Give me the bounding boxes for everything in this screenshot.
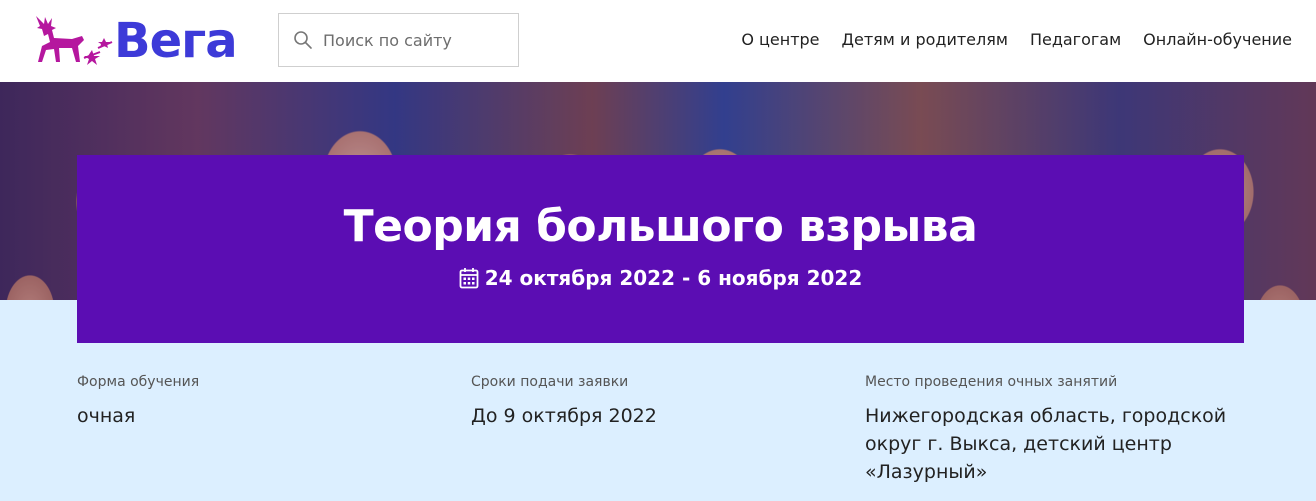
info-value: Нижегородская область, городской округ г… [865, 405, 1227, 483]
logo-text: Вега [114, 13, 238, 69]
info-label: Форма обучения [77, 374, 200, 390]
calendar-icon [459, 268, 479, 289]
nav-teachers[interactable]: Педагогам [1030, 28, 1121, 52]
info-application-deadline: Сроки подачи заявки До 9 октября 2022 [471, 372, 831, 430]
nav-about[interactable]: О центре [741, 28, 819, 52]
site-header: Вега О центре Детям и родителям Педагога… [0, 0, 1316, 82]
search-icon [294, 31, 312, 49]
main-nav: О центре Детям и родителям Педагогам Онл… [741, 28, 1292, 52]
info-venue: Место проведения очных занятий Нижегород… [865, 372, 1245, 486]
event-title: Теория большого взрыва [343, 201, 978, 252]
event-banner: Теория большого взрыва 24 октября 2022 -… [77, 155, 1244, 343]
info-study-form: Форма обучения очная [77, 372, 437, 430]
nav-online-learning[interactable]: Онлайн-обучение [1143, 28, 1292, 52]
info-label: Место проведения очных занятий [865, 374, 1118, 390]
info-value: До 9 октября 2022 [471, 405, 657, 427]
site-logo[interactable]: Вега [28, 12, 243, 70]
info-value: очная [77, 405, 136, 427]
deer-logo-icon [36, 16, 113, 65]
event-dates-text: 24 октября 2022 - 6 ноября 2022 [484, 266, 863, 290]
search-input[interactable] [323, 30, 503, 50]
info-label: Сроки подачи заявки [471, 374, 629, 390]
nav-children-parents[interactable]: Детям и родителям [842, 28, 1008, 52]
event-dates: 24 октября 2022 - 6 ноября 2022 [77, 265, 1244, 291]
search-box[interactable] [278, 13, 519, 67]
